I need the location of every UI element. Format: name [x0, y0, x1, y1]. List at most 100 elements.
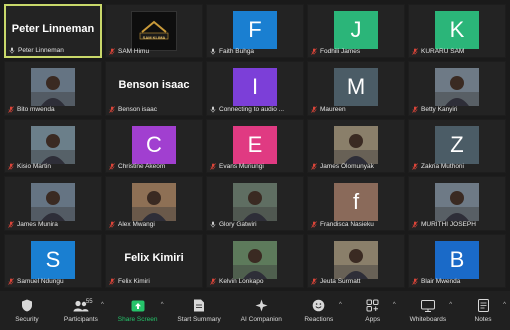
participant-name: Frandisca Nasieku — [320, 220, 374, 228]
participant-tile[interactable]: Alex Mwangi — [105, 176, 203, 231]
participant-tile[interactable]: Z Zakria Muthoni — [408, 118, 506, 174]
participant-tile[interactable]: C Christine Akeom — [105, 118, 203, 174]
participant-tile[interactable]: Benson isaac Benson isaac — [105, 61, 203, 116]
participant-tile[interactable]: Jeuta Surmatt — [307, 233, 405, 288]
participants-button[interactable]: 55 Participants ^ — [64, 298, 104, 323]
mic-icon — [210, 48, 216, 55]
avatar-letter: M — [334, 68, 378, 107]
participant-tile[interactable]: E Evans Muriungi — [206, 118, 304, 174]
participant-name: Peter Linneman — [18, 47, 64, 55]
reactions-button[interactable]: Reactions ^ — [302, 299, 342, 323]
participant-name-label: Bito mwenda — [8, 106, 99, 113]
chevron-up-icon[interactable]: ^ — [393, 302, 396, 308]
avatar-letter: J — [334, 11, 378, 49]
participant-tile[interactable]: James Olomunyak — [307, 118, 405, 174]
participant-tile[interactable]: Betty Kanyiri — [408, 61, 506, 116]
mic-muted-icon — [412, 163, 418, 170]
participant-name: James Olomunyak — [320, 163, 374, 171]
participant-logo: SAM KLIMA — [131, 11, 177, 51]
participant-name-label: Kelvin Lonkapo — [210, 278, 301, 285]
mic-muted-icon — [412, 106, 418, 113]
toolbar-label: Security — [15, 315, 39, 323]
participant-name-label: MURITHI JOSEPH — [412, 221, 503, 228]
toolbar-label: Notes — [474, 315, 492, 323]
ai-companion-icon — [253, 299, 269, 313]
shield-icon — [19, 299, 35, 313]
toolbar-label: Share Screen — [117, 315, 158, 323]
participant-video — [435, 183, 479, 222]
participant-display-name: Peter Linneman — [11, 23, 95, 35]
participant-tile[interactable]: J Fodhili James — [307, 4, 405, 59]
participant-name-label: Fodhili James — [311, 48, 402, 55]
meeting-window: Peter Linneman Peter Linneman SAM KLIMA … — [0, 0, 510, 330]
avatar-letter: I — [233, 68, 277, 107]
participant-name-label: James Olomunyak — [311, 163, 402, 170]
participant-tile[interactable]: M Maureen — [307, 61, 405, 116]
ai-companion-button[interactable]: AI Companion — [241, 299, 282, 323]
share-screen-button[interactable]: Share Screen ^ — [117, 299, 164, 323]
chevron-up-icon[interactable]: ^ — [449, 302, 452, 308]
chevron-up-icon[interactable]: ^ — [101, 302, 104, 308]
whiteboards-button[interactable]: Whiteboards ^ — [410, 299, 452, 323]
avatar-letter: C — [132, 125, 176, 164]
participant-video — [334, 125, 378, 164]
avatar-letter-text: M — [346, 74, 366, 100]
participant-tile[interactable]: Kisio Martin — [4, 118, 102, 174]
meeting-toolbar: Security 55 Participants ^ Share Screen ^ Star… — [0, 291, 510, 330]
participant-tile[interactable]: SAM KLIMA SAM Himu — [105, 4, 203, 59]
participant-name-label: Alex Mwangi — [109, 221, 200, 228]
avatar-letter-text: f — [352, 189, 360, 215]
participant-video — [334, 240, 378, 279]
participant-name-label: Samuel Ndungu — [8, 278, 99, 285]
avatar-letter: F — [233, 11, 277, 49]
participant-name: Blair Mwenda — [421, 278, 461, 285]
participant-name: SAM Himu — [118, 48, 150, 56]
participant-tile[interactable]: K KURARU SAM — [408, 4, 506, 59]
participant-name: Connecting to audio ... — [219, 105, 285, 113]
mic-muted-icon — [8, 278, 14, 285]
summary-icon — [191, 299, 207, 313]
mic-muted-icon — [311, 220, 317, 228]
participant-display-name: Benson isaac — [118, 79, 190, 92]
participant-name-label: Christine Akeom — [109, 163, 200, 170]
participant-name: Glory Gatwiri — [219, 220, 257, 228]
chevron-up-icon[interactable]: ^ — [161, 302, 164, 308]
participant-name-label: Glory Gatwiri — [210, 221, 301, 228]
participant-tile[interactable]: B Blair Mwenda — [408, 233, 506, 288]
participant-tile[interactable]: MURITHI JOSEPH — [408, 176, 506, 231]
participant-video — [132, 183, 176, 222]
participant-tile[interactable]: James Munira — [4, 176, 102, 231]
participant-video — [233, 183, 277, 222]
notes-button[interactable]: Notes ^ — [466, 299, 506, 323]
participant-tile[interactable]: S Samuel Ndungu — [4, 233, 102, 288]
mic-muted-icon — [412, 278, 418, 285]
participant-tile[interactable]: Peter Linneman Peter Linneman — [4, 4, 102, 59]
chevron-up-icon[interactable]: ^ — [339, 302, 342, 308]
security-button[interactable]: Security — [10, 299, 44, 323]
mic-muted-icon — [210, 163, 216, 170]
participant-tile[interactable]: f Frandisca Nasieku — [307, 176, 405, 231]
participant-name: James Munira — [17, 220, 58, 228]
participant-name: Kelvin Lonkapo — [219, 278, 264, 285]
participant-name: MURITHI JOSEPH — [421, 220, 476, 228]
participant-tile[interactable]: Felix Kimiri Felix Kimiri — [105, 233, 203, 288]
participant-name-label: Connecting to audio ... — [210, 106, 301, 113]
avatar-letter: K — [435, 11, 479, 49]
start-summary-button[interactable]: Start Summary — [177, 299, 221, 323]
participant-tile[interactable]: Glory Gatwiri — [206, 176, 304, 231]
mic-muted-icon — [109, 48, 115, 56]
mic-icon — [9, 47, 15, 54]
participant-tile[interactable]: Bito mwenda — [4, 61, 102, 116]
participant-name: Zakria Muthoni — [421, 163, 464, 171]
participant-count: 55 — [85, 298, 93, 305]
participant-tile[interactable]: Kelvin Lonkapo — [206, 233, 304, 288]
participant-tile[interactable]: F Faith Buhga — [206, 4, 304, 59]
participant-name: Bito mwenda — [17, 105, 55, 113]
toolbar-label: Start Summary — [177, 315, 221, 323]
chevron-up-icon[interactable]: ^ — [503, 302, 506, 308]
apps-button[interactable]: Apps ^ — [356, 299, 396, 323]
participant-tile[interactable]: I Connecting to audio ... — [206, 61, 304, 116]
avatar-letter-text: I — [251, 74, 259, 100]
avatar-letter-text: E — [247, 131, 263, 157]
participant-name: Benson isaac — [118, 105, 158, 113]
